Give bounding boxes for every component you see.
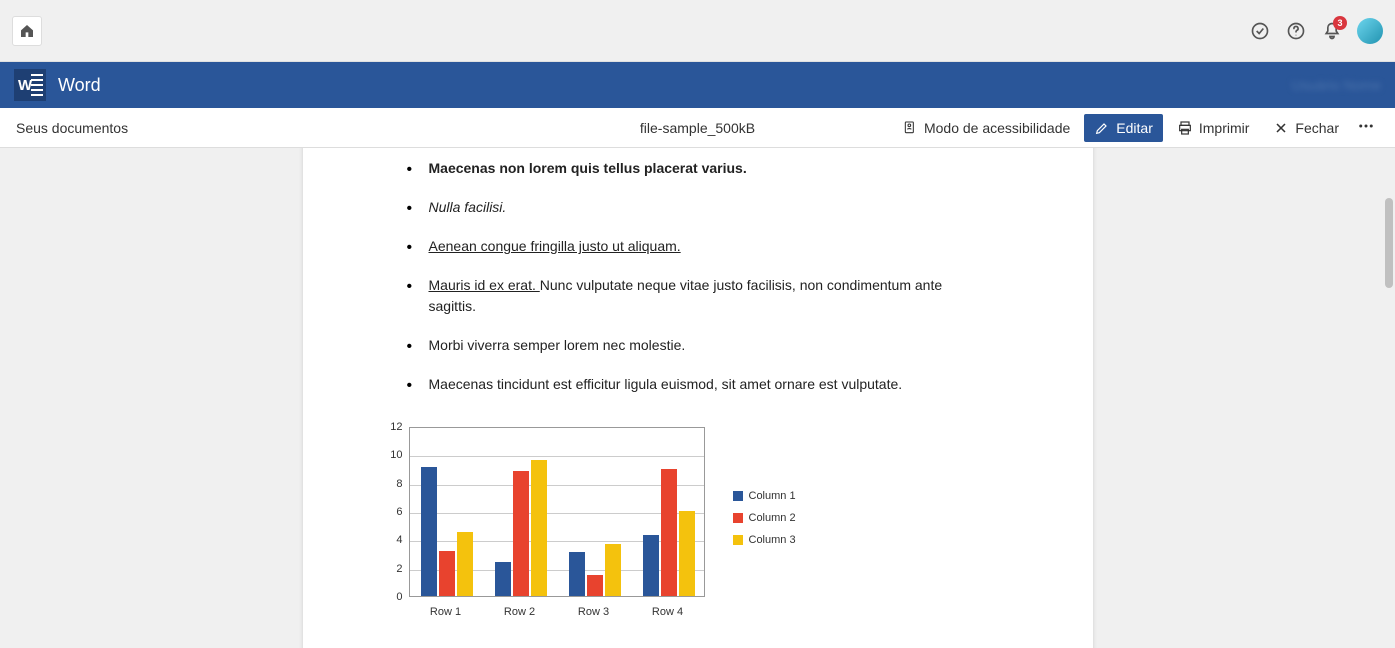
legend-swatch [733,513,743,523]
home-button[interactable] [12,16,42,46]
accessibility-label: Modo de acessibilidade [924,120,1070,136]
your-documents-link[interactable]: Seus documentos [16,120,128,136]
toolbar: Seus documentos file-sample_500kB Modo d… [0,108,1395,148]
list-item: Nulla facilisi. [403,197,993,218]
chart-bar [439,551,455,596]
chart-bar [531,460,547,596]
list-item: Morbi viverra semper lorem nec molestie. [403,335,993,356]
print-button[interactable]: Imprimir [1167,114,1260,142]
close-button[interactable]: Fechar [1263,114,1349,142]
chart-bar [513,471,529,596]
chart-bar [605,544,621,596]
check-circle-icon[interactable] [1249,20,1271,42]
chart-bar [661,469,677,597]
user-label: Usuário Nome [1292,77,1381,93]
bullet-list: Maecenas non lorem quis tellus placerat … [403,148,993,395]
legend-item: Column 1 [733,490,796,502]
chart-bar [643,535,659,596]
chart-bar [569,552,585,596]
notification-badge: 3 [1333,16,1347,30]
print-label: Imprimir [1199,120,1250,136]
chart-bar [587,575,603,596]
legend-item: Column 2 [733,512,796,524]
app-title: Word [58,75,101,96]
x-tick: Row 1 [430,606,461,618]
word-header: Word Usuário Nome [0,62,1395,108]
x-tick: Row 2 [504,606,535,618]
y-tick: 12 [373,421,403,433]
app-topbar: 3 [0,0,1395,62]
y-tick: 2 [373,563,403,575]
x-tick: Row 3 [578,606,609,618]
y-tick: 10 [373,449,403,461]
legend-label: Column 1 [749,490,796,502]
chart-bar [679,511,695,596]
legend-item: Column 3 [733,534,796,546]
filename-label: file-sample_500kB [640,120,755,136]
chart-container: 024681012 Row 1Row 2Row 3Row 4 Column 1C… [373,425,993,630]
more-button[interactable] [1353,113,1379,142]
legend-swatch [733,491,743,501]
avatar[interactable] [1357,18,1383,44]
chart-legend: Column 1 Column 2 Column 3 [733,425,796,630]
edit-button[interactable]: Editar [1084,114,1163,142]
y-tick: 6 [373,506,403,518]
legend-swatch [733,535,743,545]
close-icon [1273,120,1289,136]
y-tick: 4 [373,534,403,546]
more-icon [1357,117,1375,135]
legend-label: Column 3 [749,534,796,546]
notifications-button[interactable]: 3 [1321,20,1343,42]
document-viewport[interactable]: Maecenas non lorem quis tellus placerat … [0,148,1395,648]
y-tick: 8 [373,478,403,490]
list-item: Aenean congue fringilla justo ut aliquam… [403,236,993,257]
chart-bar [421,467,437,596]
help-icon[interactable] [1285,20,1307,42]
list-item: Mauris id ex erat. Nunc vulputate neque … [403,275,993,317]
chart-bar [457,532,473,596]
y-tick: 0 [373,591,403,603]
legend-label: Column 2 [749,512,796,524]
close-label: Fechar [1295,120,1339,136]
scrollbar-thumb[interactable] [1385,198,1393,288]
list-item: Maecenas tincidunt est efficitur ligula … [403,374,993,395]
word-logo-icon [14,69,46,101]
accessibility-icon [902,120,918,136]
printer-icon [1177,120,1193,136]
bar-chart: 024681012 Row 1Row 2Row 3Row 4 [373,425,713,630]
x-tick: Row 4 [652,606,683,618]
accessibility-mode-button[interactable]: Modo de acessibilidade [892,114,1080,142]
topbar-right: 3 [1249,18,1383,44]
list-item: Maecenas non lorem quis tellus placerat … [403,158,993,179]
scrollbar[interactable] [1379,148,1395,648]
home-icon [19,23,35,39]
edit-label: Editar [1116,120,1153,136]
document-page: Maecenas non lorem quis tellus placerat … [303,148,1093,648]
pencil-icon [1094,120,1110,136]
chart-bar [495,562,511,596]
